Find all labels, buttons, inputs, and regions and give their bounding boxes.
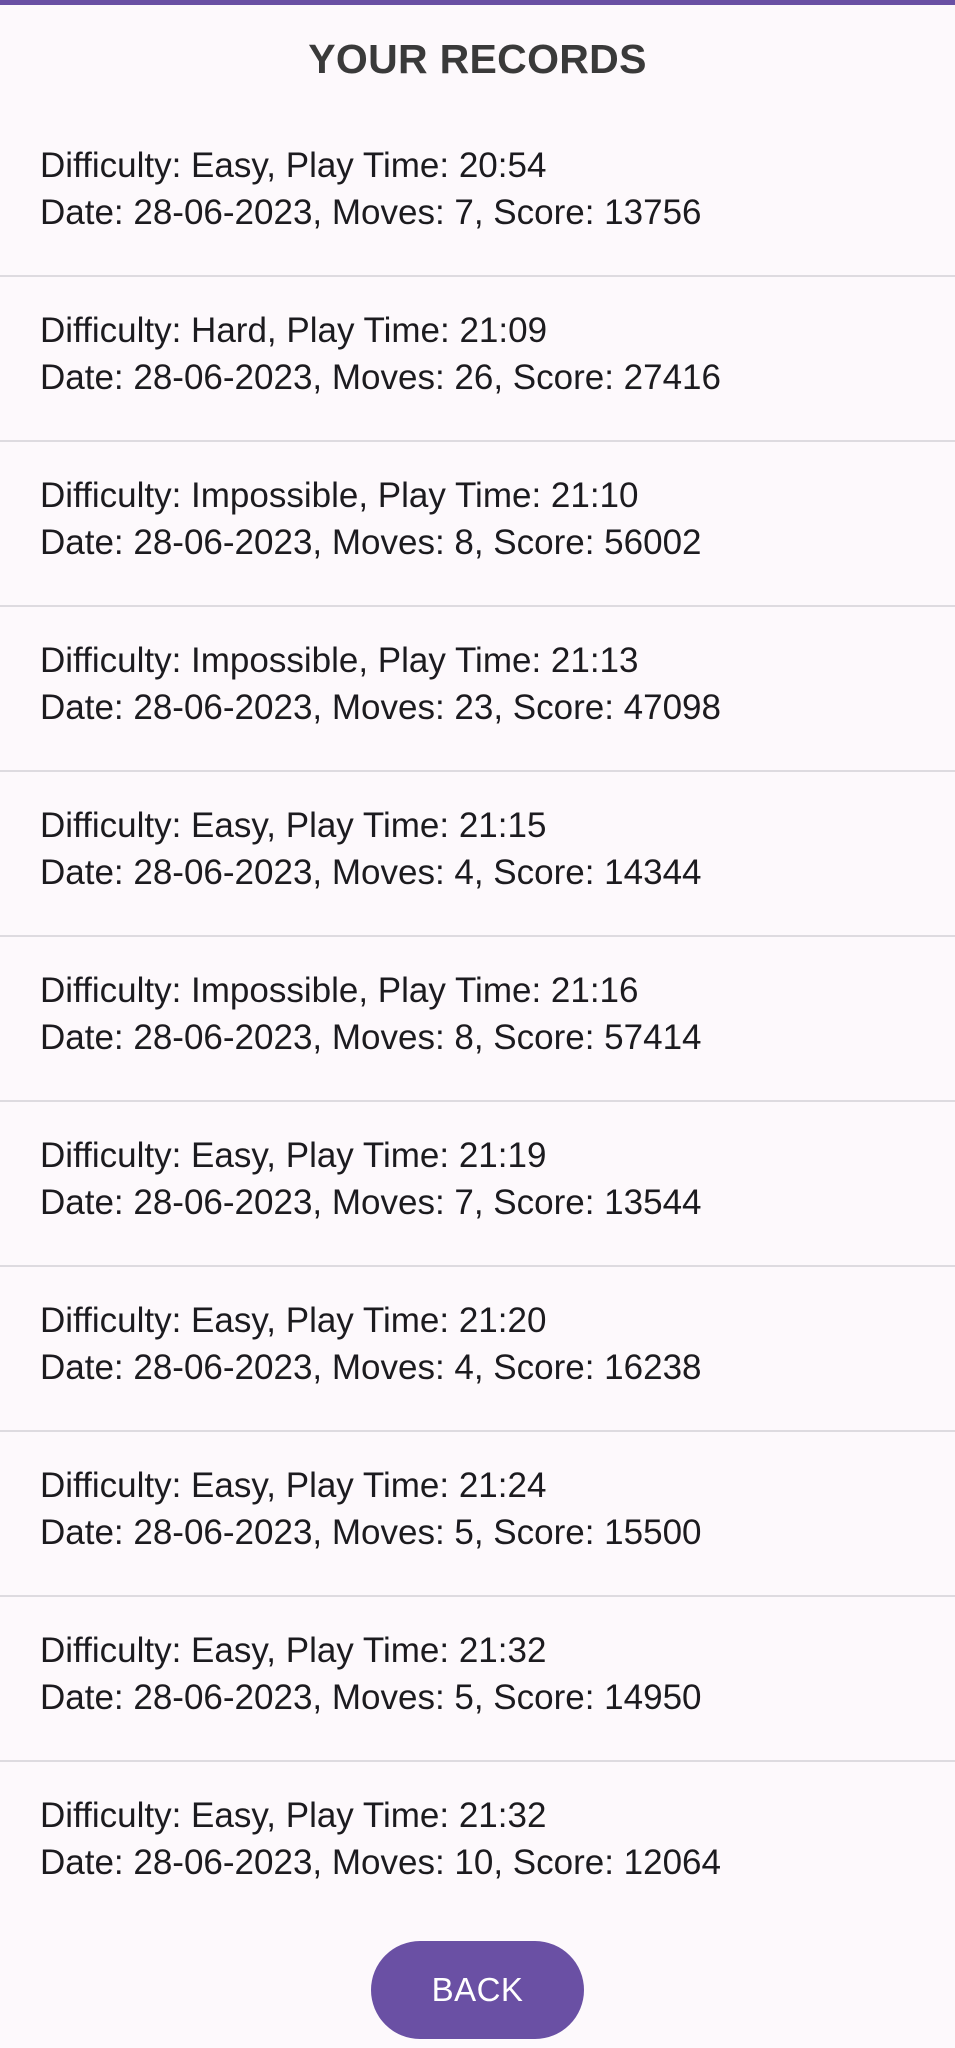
record-difficulty-time: Difficulty: Easy, Play Time: 21:20 <box>40 1301 547 1340</box>
list-item: Difficulty: Easy, Play Time: 21:19 Date:… <box>0 1102 955 1267</box>
record-date-moves-score: Date: 28-06-2023, Moves: 7, Score: 13544 <box>40 1183 702 1222</box>
list-item: Difficulty: Easy, Play Time: 20:54 Date:… <box>0 112 955 277</box>
list-item: Difficulty: Easy, Play Time: 21:24 Date:… <box>0 1432 955 1597</box>
list-item: Difficulty: Easy, Play Time: 21:20 Date:… <box>0 1267 955 1432</box>
list-item: Difficulty: Impossible, Play Time: 21:10… <box>0 442 955 607</box>
record-difficulty-time: Difficulty: Easy, Play Time: 21:19 <box>40 1136 547 1175</box>
record-date-moves-score: Date: 28-06-2023, Moves: 8, Score: 57414 <box>40 1018 702 1057</box>
record-date-moves-score: Date: 28-06-2023, Moves: 4, Score: 14344 <box>40 853 702 892</box>
list-item: Difficulty: Impossible, Play Time: 21:13… <box>0 607 955 772</box>
record-date-moves-score: Date: 28-06-2023, Moves: 7, Score: 13756 <box>40 193 702 232</box>
record-date-moves-score: Date: 28-06-2023, Moves: 4, Score: 16238 <box>40 1348 702 1387</box>
record-difficulty-time: Difficulty: Impossible, Play Time: 21:13 <box>40 641 639 680</box>
record-date-moves-score: Date: 28-06-2023, Moves: 23, Score: 4709… <box>40 688 721 727</box>
record-difficulty-time: Difficulty: Easy, Play Time: 21:15 <box>40 806 547 845</box>
top-accent-bar <box>0 0 955 5</box>
record-date-moves-score: Date: 28-06-2023, Moves: 10, Score: 1206… <box>40 1843 721 1882</box>
list-item: Difficulty: Impossible, Play Time: 21:16… <box>0 937 955 1102</box>
record-difficulty-time: Difficulty: Easy, Play Time: 21:32 <box>40 1796 547 1835</box>
back-button[interactable]: BACK <box>371 1941 584 2039</box>
list-item: Difficulty: Hard, Play Time: 21:09 Date:… <box>0 277 955 442</box>
record-date-moves-score: Date: 28-06-2023, Moves: 8, Score: 56002 <box>40 523 702 562</box>
list-item: Difficulty: Easy, Play Time: 21:32 Date:… <box>0 1762 955 1927</box>
record-difficulty-time: Difficulty: Easy, Play Time: 21:24 <box>40 1466 547 1505</box>
record-difficulty-time: Difficulty: Easy, Play Time: 20:54 <box>40 146 547 185</box>
record-difficulty-time: Difficulty: Hard, Play Time: 21:09 <box>40 311 548 350</box>
page-title: YOUR RECORDS <box>308 36 647 82</box>
record-difficulty-time: Difficulty: Easy, Play Time: 21:32 <box>40 1631 547 1670</box>
records-list[interactable]: Difficulty: Easy, Play Time: 20:54 Date:… <box>0 112 955 1927</box>
record-date-moves-score: Date: 28-06-2023, Moves: 5, Score: 14950 <box>40 1678 702 1717</box>
record-difficulty-time: Difficulty: Impossible, Play Time: 21:10 <box>40 476 639 515</box>
record-date-moves-score: Date: 28-06-2023, Moves: 26, Score: 2741… <box>40 358 721 397</box>
list-item: Difficulty: Easy, Play Time: 21:32 Date:… <box>0 1597 955 1762</box>
list-item: Difficulty: Easy, Play Time: 21:15 Date:… <box>0 772 955 937</box>
record-date-moves-score: Date: 28-06-2023, Moves: 5, Score: 15500 <box>40 1513 702 1552</box>
record-difficulty-time: Difficulty: Impossible, Play Time: 21:16 <box>40 971 639 1010</box>
